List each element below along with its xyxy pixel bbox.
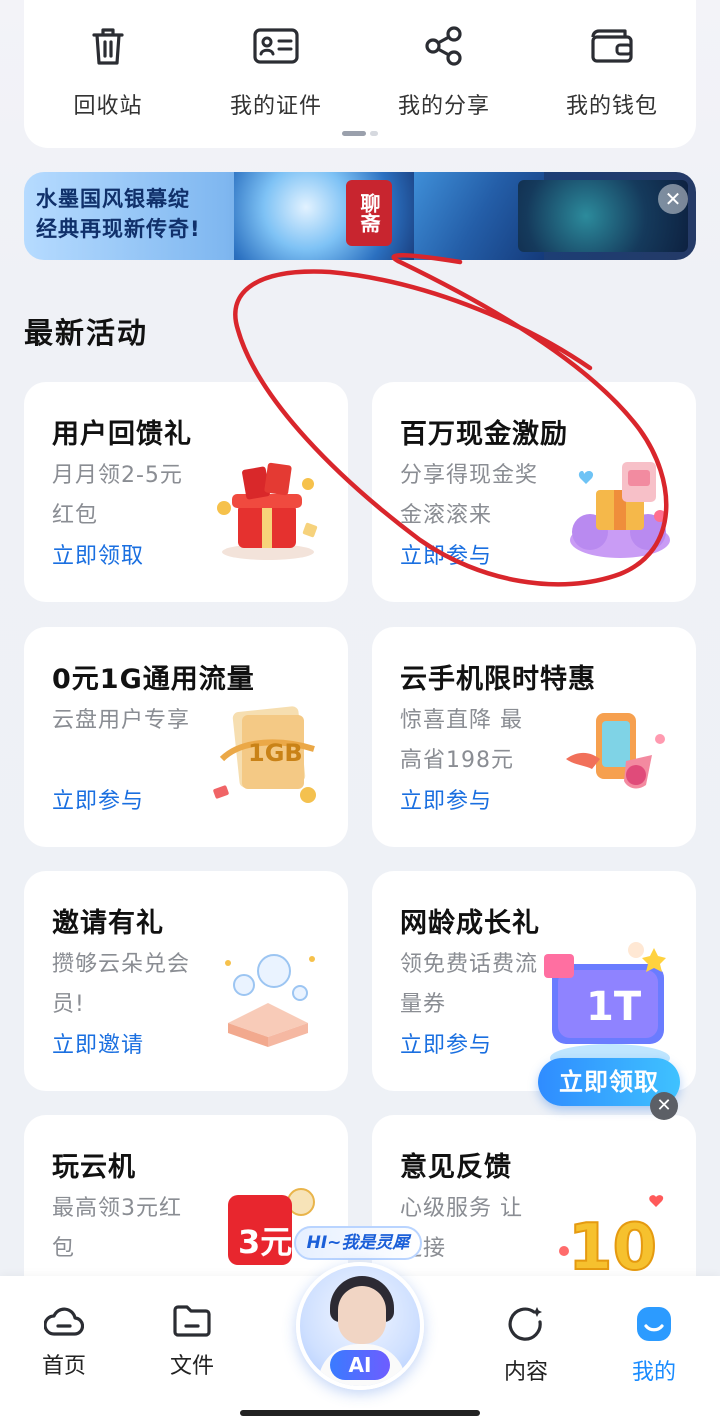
data-voucher-text: 1GB <box>248 739 303 767</box>
my-wallet-button[interactable]: 我的钱包 <box>528 22 696 122</box>
banner-text: 水墨国风银幕绽 经典再现新传奇! <box>36 184 236 244</box>
gift-1t-icon: 1T <box>544 942 670 1072</box>
wallet-icon <box>588 22 636 70</box>
activity-title: 百万现金激励 <box>400 419 568 450</box>
avatar-face <box>338 1286 386 1344</box>
nav-files[interactable]: 文件 <box>152 1304 232 1379</box>
my-shares-button[interactable]: 我的分享 <box>360 22 528 122</box>
activity-desc: 心级服务 让连接 <box>400 1196 523 1261</box>
nav-content-label: 内容 <box>503 1360 548 1385</box>
home-indicator <box>240 1410 480 1416</box>
activity-desc: 领免费话费流量券 <box>400 952 539 1017</box>
promo-badge-text: 1T <box>586 984 642 1030</box>
banner-line-1: 水墨国风银幕绽 <box>36 187 190 211</box>
data-voucher-icon: 1GB <box>208 699 328 809</box>
activity-title: 用户回馈礼 <box>52 419 192 450</box>
activity-card-cloud-phone[interactable]: 云手机限时特惠 惊喜直降 最高省198元 立即参与 <box>372 627 696 847</box>
activity-card-cash-reward[interactable]: 百万现金激励 分享得现金奖金滚滚来 立即参与 <box>372 382 696 602</box>
activity-title: 玩云机 <box>52 1152 136 1183</box>
ai-label: AI <box>330 1350 390 1380</box>
nav-home[interactable]: 首页 <box>24 1304 104 1379</box>
nav-mine-label: 我的 <box>631 1360 676 1385</box>
activity-desc: 分享得现金奖金滚滚来 <box>400 463 539 528</box>
gift-cloud-icon <box>556 454 676 564</box>
red-envelope-gift-icon <box>208 454 328 564</box>
nav-content[interactable]: 内容 <box>486 1304 566 1385</box>
page-indicator <box>342 131 378 137</box>
activity-cta-link[interactable]: 立即参与 <box>52 783 144 815</box>
nav-files-label: 文件 <box>169 1354 214 1379</box>
activity-title: 意见反馈 <box>400 1152 512 1183</box>
cloud-phone-icon <box>556 699 676 809</box>
promo-close-icon[interactable]: ✕ <box>650 1092 678 1120</box>
activity-desc: 月月领2-5元红包 <box>52 463 183 528</box>
banner-seal: 聊斋 <box>346 180 392 246</box>
feedback-10-text: 10 <box>568 1211 657 1285</box>
promo-banner[interactable]: 聊斋 水墨国风银幕绽 经典再现新传奇! ✕ <box>24 172 696 260</box>
page-dot-active <box>342 131 366 136</box>
share-icon <box>420 22 468 70</box>
activity-title: 网龄成长礼 <box>400 908 540 939</box>
content-refresh-icon <box>506 1304 546 1344</box>
ai-assistant-avatar[interactable]: AI <box>296 1262 424 1390</box>
activity-cta-link[interactable]: 立即参与 <box>400 783 492 815</box>
quick-actions-card: 回收站 我的证件 我的分享 我的钱包 <box>24 0 696 148</box>
nav-mine[interactable]: 我的 <box>614 1304 694 1385</box>
activity-title: 邀请有礼 <box>52 908 164 939</box>
activity-card-feedback-gift[interactable]: 用户回馈礼 月月领2-5元红包 立即领取 <box>24 382 348 602</box>
folder-icon <box>172 1304 212 1338</box>
activity-card-free-data[interactable]: 0元1G通用流量 云盘用户专享 立即参与 1GB <box>24 627 348 847</box>
banner-close-icon[interactable]: ✕ <box>658 184 688 214</box>
activity-desc: 攒够云朵兑会员! <box>52 952 191 1017</box>
my-shares-label: 我的分享 <box>397 94 490 119</box>
cloud-home-icon <box>44 1304 84 1338</box>
activity-desc: 最高领3元红包 <box>52 1196 182 1261</box>
activity-card-invite[interactable]: 邀请有礼 攒够云朵兑会员! 立即邀请 <box>24 871 348 1091</box>
activity-cta-link[interactable]: 立即领取 <box>52 538 144 570</box>
activity-cta-link[interactable]: 立即邀请 <box>52 1027 144 1059</box>
floating-promo[interactable]: 1T 立即领取 ✕ <box>536 940 684 1120</box>
banner-line-2: 经典再现新传奇! <box>36 217 201 241</box>
activity-title: 云手机限时特惠 <box>400 664 596 695</box>
activity-title: 0元1G通用流量 <box>52 664 255 695</box>
trash-icon <box>84 22 132 70</box>
my-wallet-label: 我的钱包 <box>565 94 658 119</box>
page-dot <box>370 131 378 136</box>
recycle-bin-label: 回收站 <box>73 94 143 119</box>
my-documents-button[interactable]: 我的证件 <box>192 22 360 122</box>
activity-cta-link[interactable]: 立即参与 <box>400 1027 492 1059</box>
id-card-icon <box>252 22 300 70</box>
ai-greeting-bubble[interactable]: HI~我是灵犀 <box>294 1226 422 1260</box>
recycle-bin-button[interactable]: 回收站 <box>24 22 192 122</box>
activity-desc: 惊喜直降 最高省198元 <box>400 708 523 773</box>
invite-gift-box-icon <box>208 943 328 1053</box>
activity-cta-link[interactable]: 立即参与 <box>400 538 492 570</box>
red-packet-text: 3元 <box>238 1223 292 1261</box>
nav-home-label: 首页 <box>41 1354 86 1379</box>
section-title: 最新活动 <box>24 316 149 350</box>
my-documents-label: 我的证件 <box>229 94 322 119</box>
profile-icon <box>634 1304 674 1344</box>
activity-desc: 云盘用户专享 <box>52 708 191 733</box>
